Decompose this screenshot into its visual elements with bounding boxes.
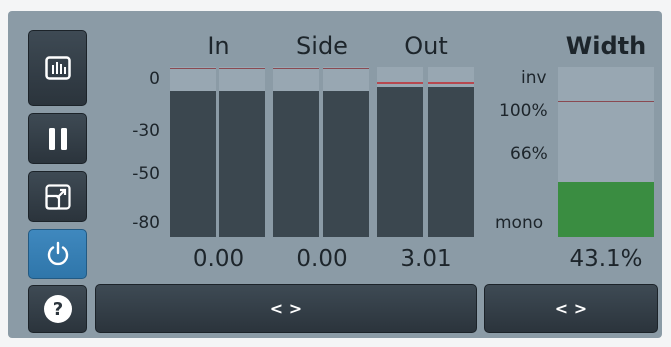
header-width: Width [565, 32, 647, 60]
value-width: 43.1% [569, 246, 643, 272]
value-in: 0.00 [192, 246, 245, 272]
width-label-inv: inv [521, 68, 547, 88]
meter-fill [219, 90, 265, 237]
meter-fill [428, 87, 474, 237]
meter-in-right [219, 67, 265, 237]
meter-peak [377, 82, 423, 84]
help-icon: ? [43, 294, 73, 324]
width-label-66: 66% [510, 144, 548, 164]
resize-button[interactable] [28, 171, 87, 222]
header-side: Side [296, 32, 348, 60]
width-slider[interactable] [558, 67, 654, 237]
meter-ref-line [219, 68, 265, 69]
bottom-left-expand-button[interactable]: < > [95, 284, 477, 333]
width-ref-line [558, 101, 654, 102]
width-fill [558, 181, 654, 237]
power-button[interactable] [28, 229, 87, 279]
meter-fill [323, 90, 369, 237]
header-in: In [207, 32, 230, 60]
meter-out-right [428, 67, 474, 237]
pause-button[interactable] [28, 113, 87, 164]
width-label-mono: mono [495, 213, 544, 233]
power-icon [45, 241, 71, 267]
width-label-100: 100% [499, 101, 548, 121]
header-out: Out [404, 32, 448, 60]
resize-icon [44, 183, 71, 210]
meter-ref-line [273, 68, 319, 69]
meter-in-left [170, 67, 216, 237]
pause-icon [48, 127, 68, 151]
scale-label-80: -80 [132, 213, 160, 233]
meter-side-left [273, 67, 319, 237]
value-side: 0.00 [296, 246, 348, 272]
meter-view-button[interactable] [28, 30, 87, 106]
scale-label-30: -30 [132, 121, 160, 141]
scale-label-50: -50 [132, 164, 160, 184]
meter-side-right [323, 67, 369, 237]
meter-out-left [377, 67, 423, 237]
meter-fill [377, 87, 423, 237]
meter-view-icon [44, 56, 71, 80]
bottom-right-expand-button[interactable]: < > [484, 284, 658, 333]
value-out: 3.01 [400, 246, 452, 272]
meter-fill [273, 90, 319, 237]
meter-ref-line [170, 68, 216, 69]
meter-fill [170, 90, 216, 237]
meter-ref-line [323, 68, 369, 69]
svg-text:?: ? [52, 299, 62, 320]
scale-label-0: 0 [149, 69, 160, 89]
meter-peak [428, 82, 474, 84]
help-button[interactable]: ? [28, 285, 87, 333]
